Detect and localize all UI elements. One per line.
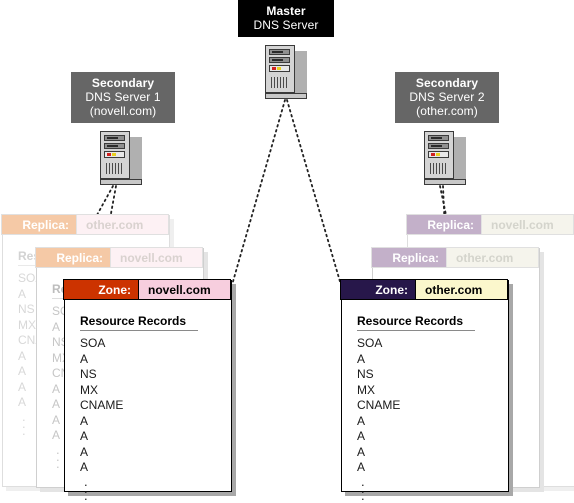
resource-record-item: SOA	[357, 336, 383, 350]
master-server-tower-icon	[265, 45, 307, 99]
zone-key-label: Zone:	[64, 280, 138, 299]
card-header: Replica: novell.com	[35, 247, 203, 268]
resource-records-title: Resource Records	[80, 314, 198, 331]
resource-records-list: SOAANSMXCNAMEAAAA...	[357, 336, 401, 503]
diagram-canvas: Master DNS Server Secondary DNS Server 1…	[0, 0, 574, 503]
zone-value-label: novell.com	[138, 280, 230, 299]
replica-key-label: Replica:	[372, 248, 446, 267]
connector-secondary2-to-replica-novell	[439, 185, 447, 216]
resource-record-item: A	[80, 444, 89, 459]
connector-master-to-left-zone	[231, 99, 286, 286]
card-header: Zone: novell.com	[63, 279, 231, 300]
resource-record-item: NS	[80, 367, 97, 381]
card-right-zone-other[interactable]: Zone: other.com Resource Records SOA A NS M…	[340, 279, 513, 502]
secondary-server-2-tower-icon	[424, 131, 466, 185]
card-header: Replica: other.com	[1, 214, 169, 235]
replica-value-label: other.com	[446, 248, 538, 267]
secondary-server-2-title: Secondary	[415, 76, 479, 90]
master-server-label: Master DNS Server	[238, 0, 334, 37]
resource-records-title: Resource Records	[357, 314, 475, 331]
resource-record-item: NS	[357, 367, 374, 381]
master-server-title: Master	[266, 4, 306, 18]
replica-key-label: Replica:	[2, 215, 76, 234]
resource-record-item: A	[357, 413, 366, 428]
resource-records-list: SOAANSMXCNAMEAAAA...	[80, 336, 124, 503]
resource-record-item: MX	[80, 382, 98, 397]
resource-record-item: A	[357, 351, 366, 366]
replica-value-label: novell.com	[481, 215, 573, 234]
card-header: Replica: other.com	[371, 247, 539, 268]
resource-record-item: A	[80, 429, 89, 443]
zone-key-label: Zone:	[341, 280, 415, 299]
zone-value-label: other.com	[415, 280, 507, 299]
card-header: Replica: novell.com	[406, 214, 574, 235]
resource-record-item: A	[80, 413, 89, 428]
master-server-subtitle: DNS Server	[253, 18, 319, 32]
secondary-server-1-domain: (novell.com)	[89, 104, 157, 118]
resource-record-item: CNAME	[80, 398, 124, 412]
resource-record-item: SOA	[80, 336, 106, 350]
card-header: Zone: other.com	[340, 279, 508, 300]
replica-key-label: Replica:	[407, 215, 481, 234]
resource-record-item: CNAME	[357, 398, 401, 412]
card-left-zone-novell[interactable]: Zone: novell.com Resource Records SOA A NS…	[63, 279, 236, 502]
secondary-server-2-label: Secondary DNS Server 2 (other.com)	[395, 72, 499, 123]
replica-value-label: other.com	[76, 215, 168, 234]
resource-record-item: A	[357, 444, 366, 459]
resource-record-item: MX	[357, 382, 375, 397]
vertical-ellipsis-icon: ...	[84, 473, 88, 503]
secondary-server-2-subtitle: DNS Server 2	[409, 90, 485, 104]
secondary-server-1-label: Secondary DNS Server 1 (novell.com)	[71, 72, 175, 123]
secondary-server-1-tower-icon	[100, 131, 142, 185]
secondary-server-1-title: Secondary	[91, 76, 155, 90]
replica-key-label: Replica:	[36, 248, 110, 267]
vertical-ellipsis-icon: ...	[361, 473, 365, 503]
secondary-server-2-domain: (other.com)	[416, 104, 478, 118]
secondary-server-1-subtitle: DNS Server 1	[85, 90, 161, 104]
connector-master-to-right-zone	[286, 99, 342, 286]
replica-value-label: novell.com	[110, 248, 202, 267]
connector-secondary1-to-replica-other	[96, 185, 114, 216]
resource-record-item: A	[80, 351, 89, 366]
resource-record-item: A	[357, 429, 366, 443]
